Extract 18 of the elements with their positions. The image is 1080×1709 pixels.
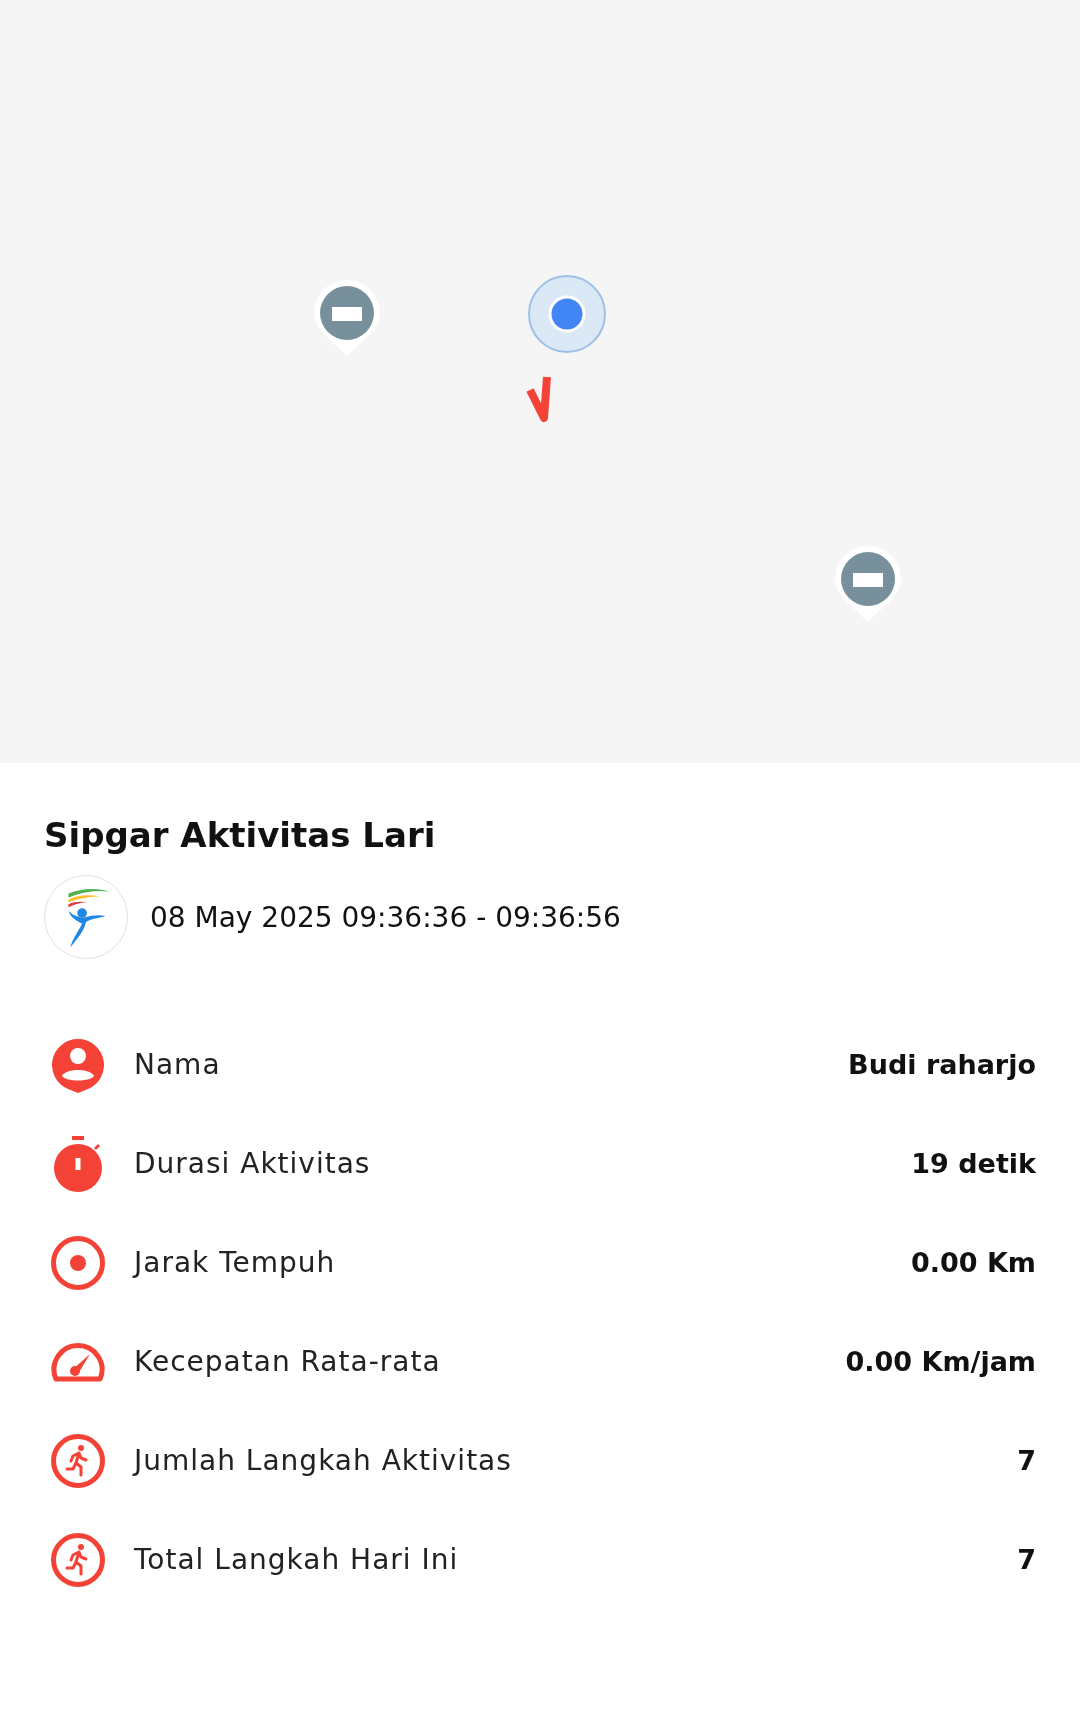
- running-icon: [50, 1432, 106, 1489]
- target-icon: [50, 1234, 106, 1291]
- stat-label: Jumlah Langkah Aktivitas: [134, 1444, 513, 1478]
- stat-value: 19 detik: [911, 1148, 1036, 1180]
- stat-value: 0.00 Km: [910, 1247, 1036, 1279]
- date-range: 08 May 2025 09:36:36 - 09:36:56: [150, 900, 621, 934]
- stat-value: 7: [1017, 1544, 1036, 1576]
- person-icon: [50, 1036, 106, 1093]
- running-icon: [50, 1531, 106, 1588]
- stat-value: 0.00 Km/jam: [845, 1346, 1036, 1378]
- stat-value: 7: [1017, 1445, 1036, 1477]
- stat-value: Budi raharjo: [848, 1049, 1036, 1081]
- stat-label: Kecepatan Rata-rata: [134, 1345, 442, 1379]
- stat-label: Total Langkah Hari Ini: [134, 1543, 460, 1577]
- stat-label: Nama: [134, 1048, 222, 1082]
- stat-label: Durasi Aktivitas: [134, 1147, 372, 1181]
- activity-title: Sipgar Aktivitas Lari: [44, 814, 437, 857]
- stat-label: Jarak Tempuh: [134, 1246, 337, 1280]
